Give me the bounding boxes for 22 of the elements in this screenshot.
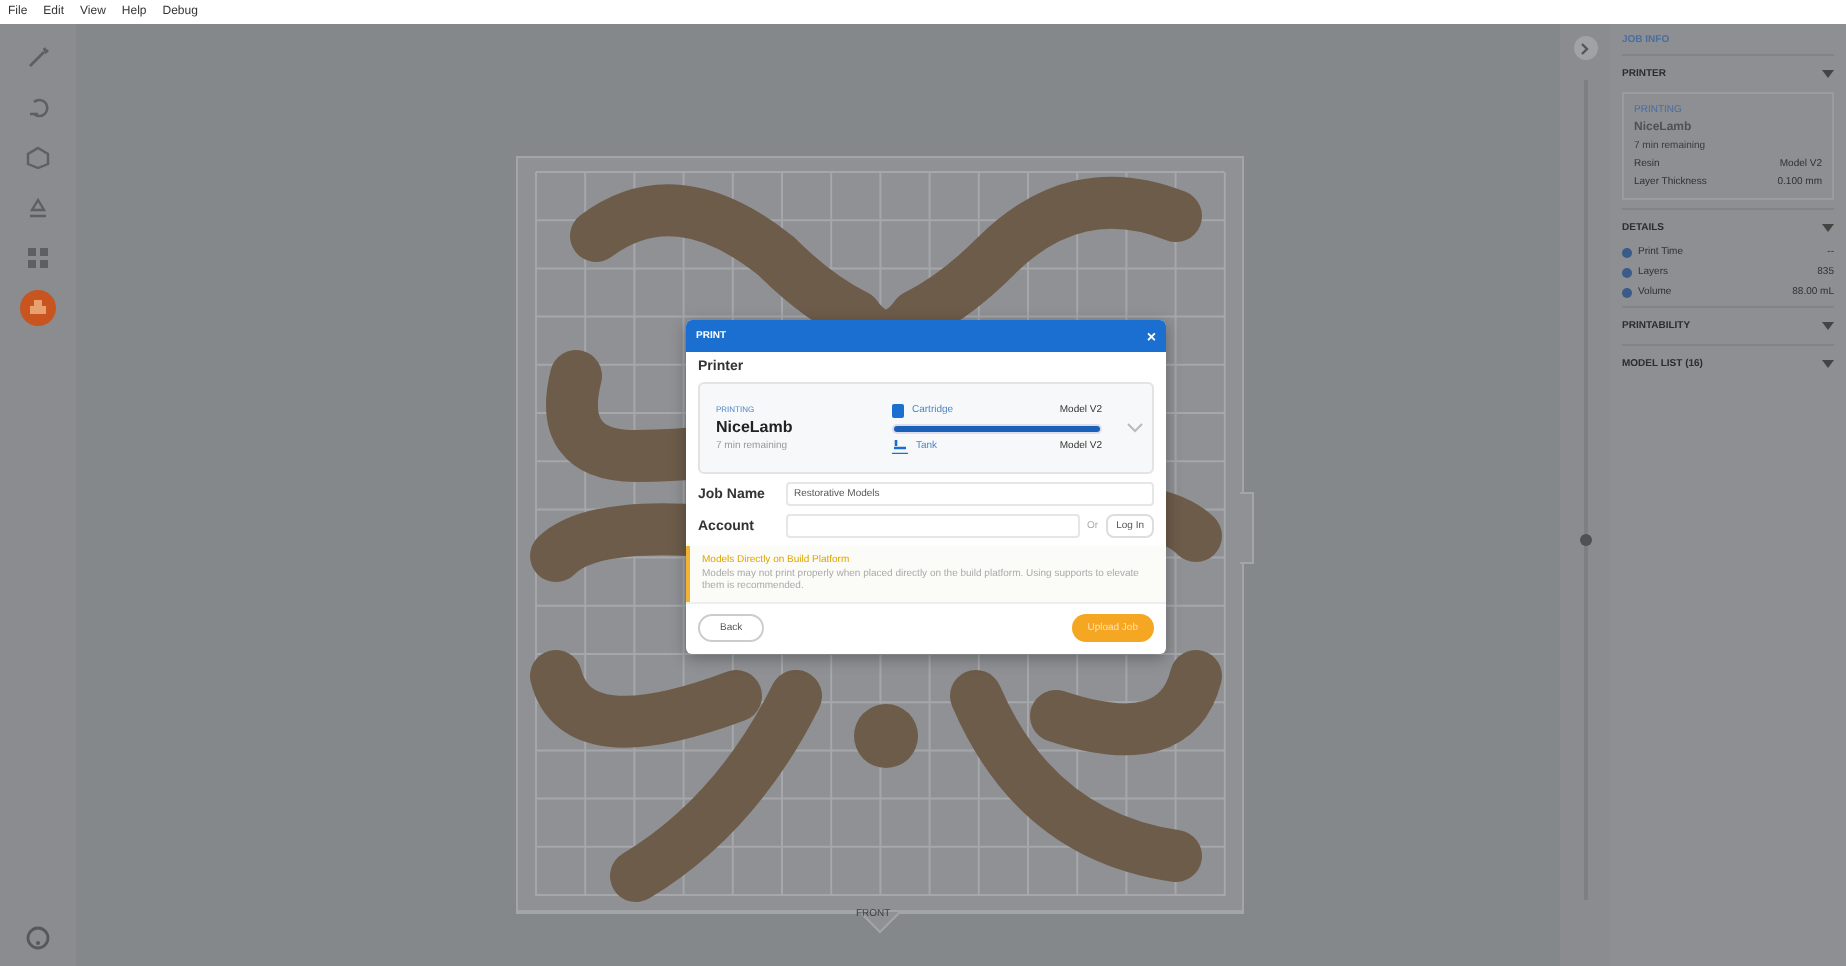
help-icon[interactable] <box>26 926 50 950</box>
printer-name: NiceLamb <box>716 418 795 436</box>
tool-button[interactable] <box>20 290 56 326</box>
grid-icon <box>26 246 50 270</box>
side-tab[interactable] <box>1240 492 1254 564</box>
chevron-down-icon[interactable] <box>1822 70 1834 78</box>
expand-button[interactable] <box>1573 36 1597 60</box>
account-field[interactable] <box>786 514 1080 538</box>
stack-icon <box>26 196 50 220</box>
print-icon <box>26 296 50 320</box>
chevron-right-icon <box>1580 41 1590 55</box>
cartridge-icon <box>892 403 904 417</box>
chevron-down-icon[interactable] <box>1126 422 1144 434</box>
slider-thumb[interactable] <box>1579 533 1591 546</box>
chevron-down-icon[interactable] <box>1822 322 1834 330</box>
shape-icon <box>26 96 50 120</box>
close-button[interactable]: × <box>1146 327 1156 345</box>
cube-icon <box>26 146 50 170</box>
chevron-down-icon[interactable] <box>1822 224 1834 232</box>
chevron-down-icon[interactable] <box>1822 360 1834 368</box>
wand-icon <box>26 46 50 70</box>
tank-icon <box>892 439 908 453</box>
